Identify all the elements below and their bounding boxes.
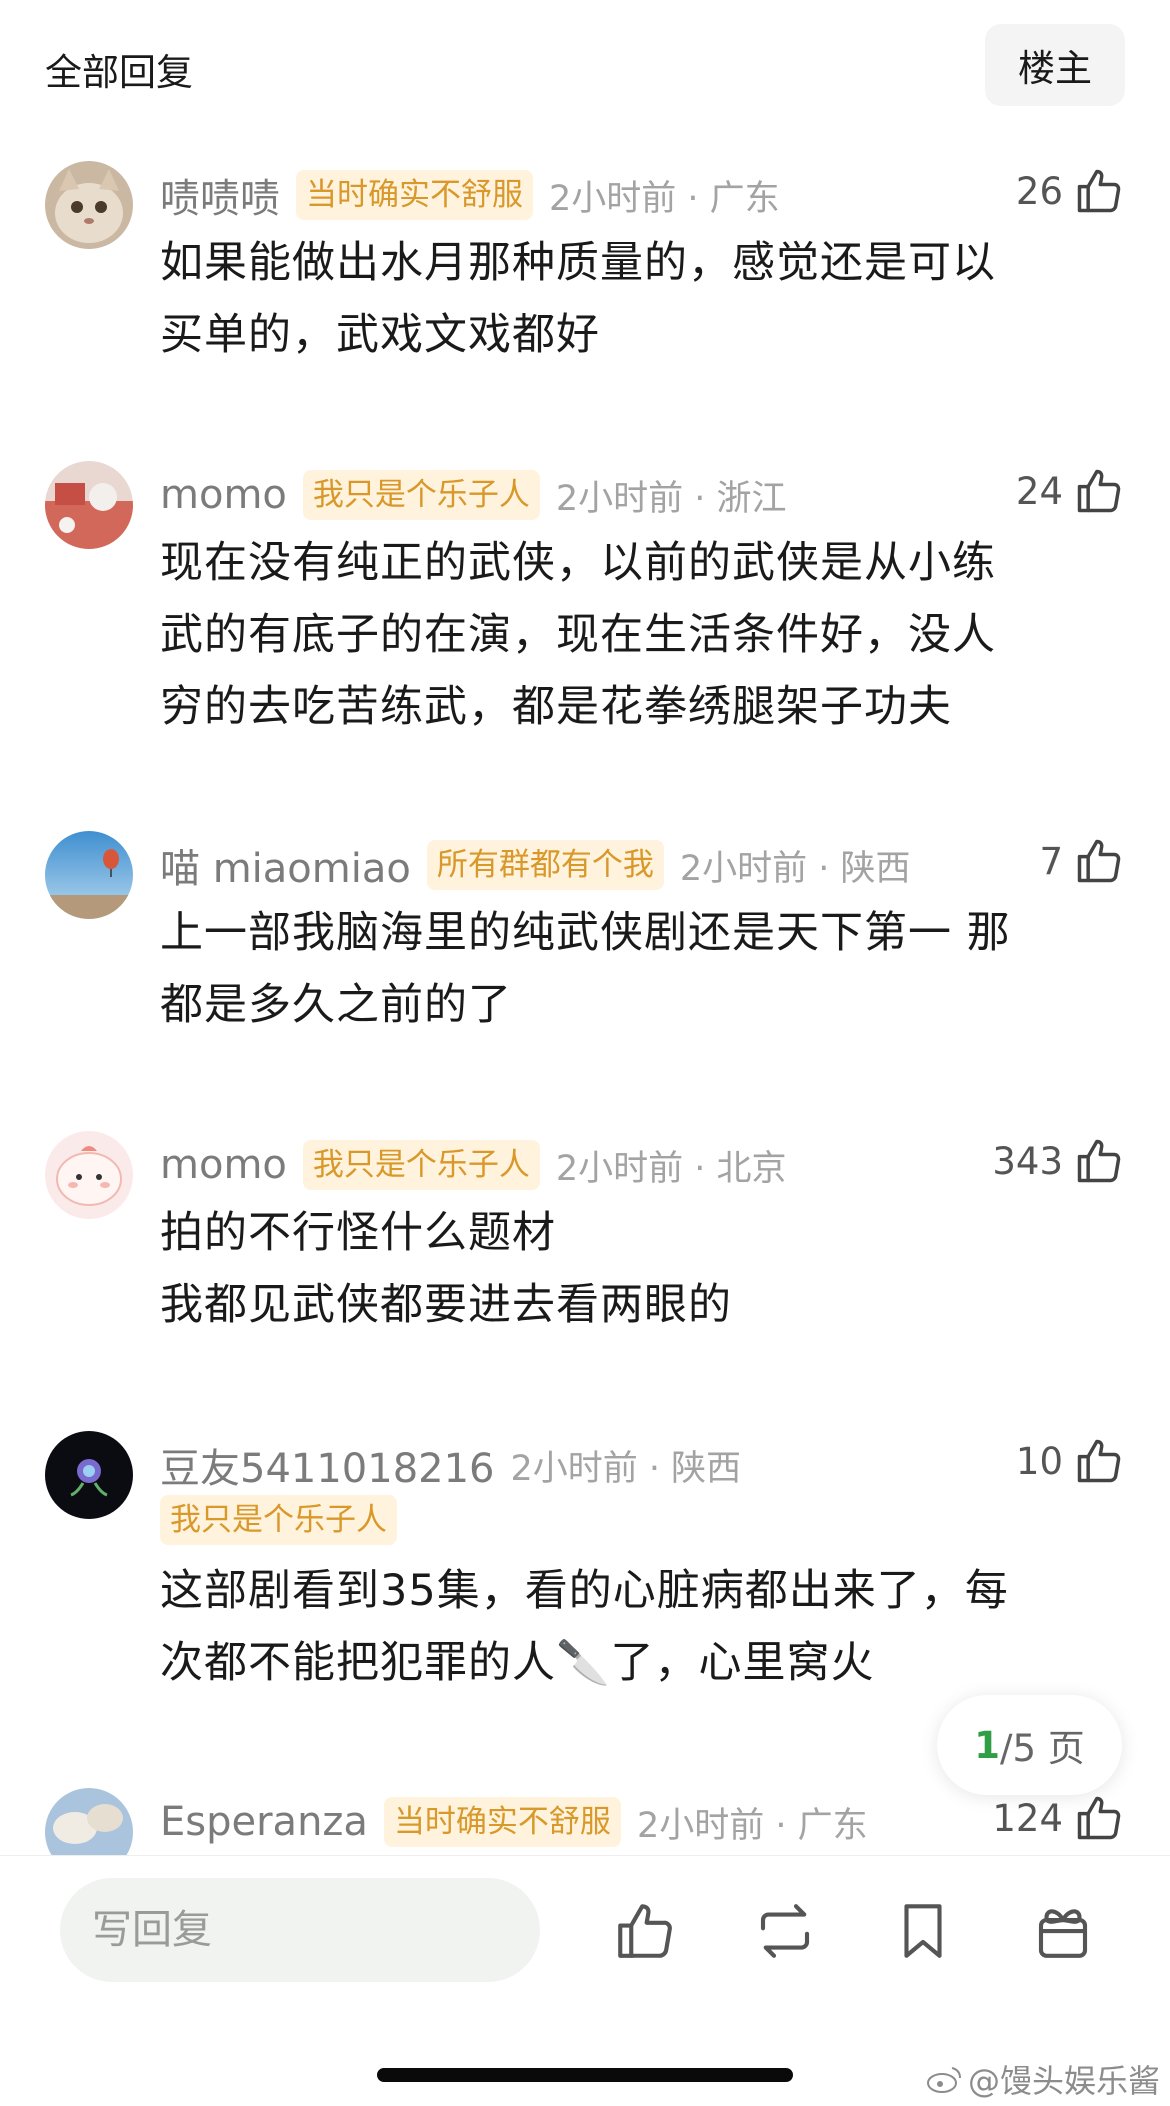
comment-meta: 豆友5411018216 2小时前 · 陕西 <box>160 1437 741 1493</box>
avatar[interactable] <box>45 1431 133 1519</box>
user-tag: 所有群都有个我 <box>426 840 664 890</box>
timestamp-location: 2小时前 · 广东 <box>636 1805 868 1846</box>
like-count: 24 <box>1015 469 1063 513</box>
thumbs-up-icon <box>1077 1139 1121 1183</box>
timestamp-location: 2小时前 · 陕西 <box>679 848 911 889</box>
page-current: 1 <box>974 1723 1000 1767</box>
comment-list: 啧啧啧 当时确实不舒服 2小时前 · 广东 26 如果能做出水月那种质量的，感觉… <box>0 0 1170 1855</box>
bottom-action-bar: @馒头娱乐酱 <box>0 1855 1170 2106</box>
like-count: 26 <box>1015 169 1063 213</box>
timestamp-location: 2小时前 · 广东 <box>549 178 780 219</box>
comment-text: 现在没有纯正的武侠，以前的武侠是从小练 武的有底子的在演，现在生活条件好，没人 … <box>160 538 996 732</box>
repost-icon[interactable] <box>752 1898 818 1964</box>
avatar[interactable] <box>45 831 133 919</box>
timestamp-location: 2小时前 · 浙江 <box>555 478 787 519</box>
bookmark-icon[interactable] <box>890 1898 956 1964</box>
weibo-logo-icon <box>926 2067 961 2093</box>
comment-meta: 喵 miaomiao 所有群都有个我 2小时前 · 陕西 <box>160 837 911 893</box>
comment-meta: 啧啧啧 当时确实不舒服 2小时前 · 广东 <box>160 167 780 223</box>
comment-meta: Esperanza 当时确实不舒服 2小时前 · 广东 <box>160 1794 868 1850</box>
username[interactable]: 啧啧啧 <box>160 166 280 224</box>
watermark: @馒头娱乐酱 <box>926 2056 1160 2102</box>
avatar[interactable] <box>45 161 133 249</box>
username[interactable]: momo <box>160 472 287 518</box>
like-button[interactable]: 343 <box>992 1133 1125 1189</box>
user-tag: 我只是个乐子人 <box>160 1495 397 1545</box>
user-tag: 我只是个乐子人 <box>302 470 540 520</box>
comment-text: 上一部我脑海里的纯武侠剧还是天下第一 那 都是多久之前的了 <box>160 908 1011 1030</box>
timestamp-location: 2小时前 · 北京 <box>555 1148 787 1189</box>
like-button[interactable]: 24 <box>1016 463 1125 519</box>
user-tag: 我只是个乐子人 <box>302 1140 540 1190</box>
page-total: /5 页 <box>999 1727 1085 1770</box>
home-indicator[interactable] <box>377 2068 793 2082</box>
comment-meta: momo 我只是个乐子人 2小时前 · 浙江 <box>160 467 787 523</box>
comment-text: 拍的不行怪什么题材 我都见武侠都要进去看两眼的 <box>160 1208 732 1330</box>
thumbs-up-icon <box>1077 169 1121 213</box>
reply-input[interactable] <box>60 1878 540 1982</box>
user-tag: 当时确实不舒服 <box>383 1797 621 1847</box>
username[interactable]: Esperanza <box>160 1799 368 1845</box>
thumbs-up-icon <box>1077 469 1121 513</box>
page-indicator[interactable]: 1/5 页 <box>937 1695 1122 1795</box>
like-count: 7 <box>1039 839 1063 883</box>
username[interactable]: 喵 miaomiao <box>160 836 411 894</box>
thumbs-up-icon[interactable] <box>612 1898 678 1964</box>
like-button[interactable]: 10 <box>1016 1433 1125 1489</box>
like-count: 10 <box>1015 1439 1063 1483</box>
user-tag: 当时确实不舒服 <box>296 170 533 220</box>
like-button[interactable]: 7 <box>1039 833 1125 889</box>
thumbs-up-icon <box>1077 1796 1121 1840</box>
like-button[interactable]: 124 <box>992 1790 1125 1846</box>
username[interactable]: momo <box>160 1142 287 1188</box>
like-count: 124 <box>992 1796 1063 1840</box>
timestamp-location: 2小时前 · 陕西 <box>510 1448 742 1489</box>
gift-icon[interactable] <box>1030 1898 1096 1964</box>
thumbs-up-icon <box>1077 1439 1121 1483</box>
like-button[interactable]: 26 <box>1016 163 1125 219</box>
comment-meta: momo 我只是个乐子人 2小时前 · 北京 <box>160 1137 787 1193</box>
like-count: 343 <box>992 1139 1063 1183</box>
avatar[interactable] <box>45 461 133 549</box>
comment-text: 这部剧看到35集，看的心脏病都出来了，每 次都不能把犯罪的人🔪了，心里窝火 <box>160 1566 1009 1688</box>
thumbs-up-icon <box>1077 839 1121 883</box>
username[interactable]: 豆友5411018216 <box>160 1436 495 1494</box>
avatar[interactable] <box>45 1788 133 1855</box>
avatar[interactable] <box>45 1131 133 1219</box>
comment-text: 如果能做出水月那种质量的，感觉还是可以 买单的，武戏文戏都好 <box>160 238 996 360</box>
watermark-text: @馒头娱乐酱 <box>967 2062 1160 2100</box>
